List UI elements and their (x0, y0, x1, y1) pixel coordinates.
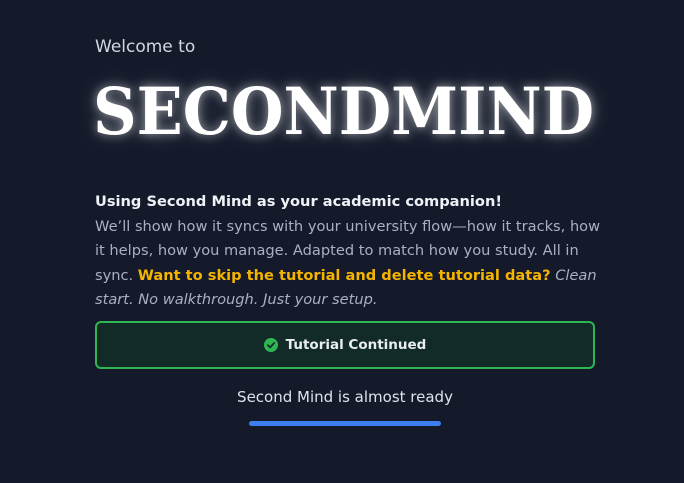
tutorial-status-box: Tutorial Continued (95, 321, 595, 369)
welcome-screen: Welcome to SECONDMIND Using Second Mind … (0, 0, 684, 483)
loading-text: Second Mind is almost ready (237, 388, 453, 406)
loading-progress-bar (249, 421, 441, 426)
welcome-intro: Welcome to (95, 37, 196, 57)
check-circle-icon (263, 338, 278, 352)
status-label: Tutorial Continued (285, 337, 427, 353)
loading-progress-fill (249, 421, 441, 426)
tutorial-description: Using Second Mind as your academic compa… (95, 190, 605, 313)
description-heading: Using Second Mind as your academic compa… (95, 193, 502, 210)
skip-tutorial-link[interactable]: Want to skip the tutorial and delete tut… (138, 267, 551, 284)
brand-title: SECONDMIND (93, 74, 595, 150)
